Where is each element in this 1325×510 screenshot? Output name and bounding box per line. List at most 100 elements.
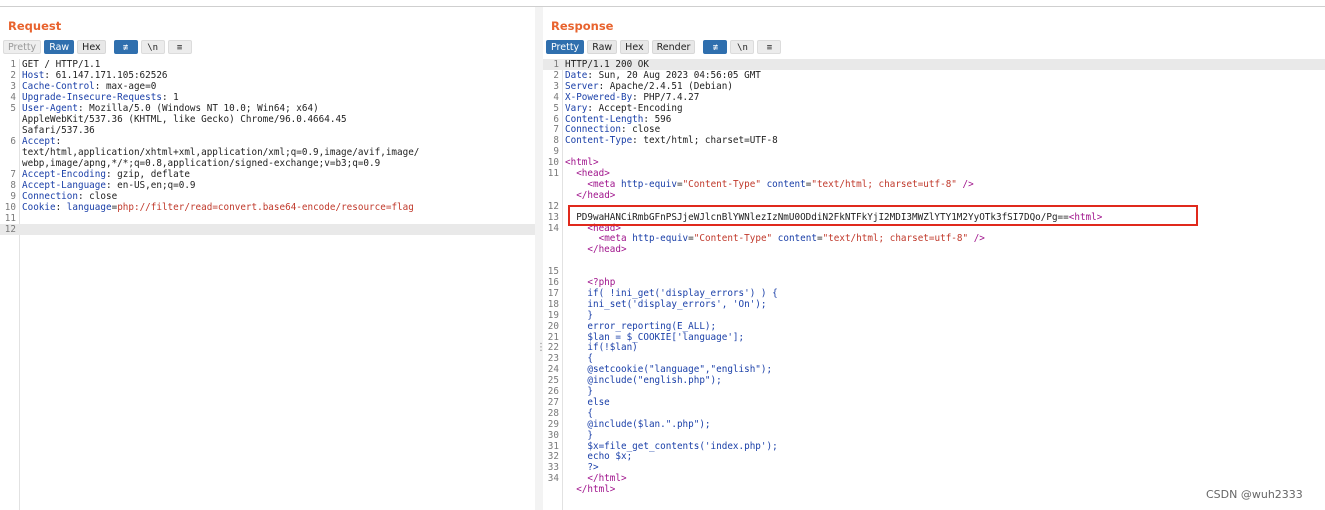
code-text: if(!$lan)	[565, 342, 638, 354]
code-token: webp,image/apng,*/*;q=0.8,application/si…	[22, 158, 381, 169]
code-token: Connection	[565, 124, 621, 136]
code-token: : 1	[161, 92, 179, 103]
code-token: text/html,application/xhtml+xml,applicat…	[22, 147, 420, 158]
response-code-line: 20 error_reporting(E_ALL);	[543, 321, 1325, 332]
code-text: @include("english.php");	[565, 375, 722, 387]
code-token: error_reporting(E_ALL);	[565, 320, 717, 332]
response-code-line: 31 $x=file_get_contents('index.php');	[543, 441, 1325, 452]
code-token: "Content-Type"	[693, 233, 773, 245]
request-pane: Request Pretty Raw Hex ≢ \n ≡ 1 GET / HTT…	[0, 7, 535, 510]
request-code-line: 7 Accept-Encoding: gzip, deflate	[0, 169, 535, 180]
response-editor[interactable]: 1 HTTP/1.1 200 OK 2 Date: Sun, 20 Aug 2023 …	[543, 59, 1325, 510]
request-tab-pretty[interactable]: Pretty	[3, 40, 42, 54]
response-tab-hex[interactable]: Hex	[620, 40, 649, 54]
code-token: <?php	[587, 277, 616, 288]
line-number: 21	[547, 331, 559, 343]
line-number: 30	[547, 429, 559, 441]
line-number: 11	[4, 213, 16, 224]
line-number: 24	[547, 364, 559, 376]
line-number: 10	[4, 202, 16, 213]
line-number: 33	[547, 462, 559, 474]
response-code-line: 21 $lan = $_COOKIE['language'];	[543, 332, 1325, 343]
code-token: @include("english.php");	[565, 375, 722, 387]
code-token: HTTP/1.1 200 OK	[565, 59, 649, 70]
code-token: : 61.147.171.105:62526	[44, 70, 168, 81]
line-number: 8	[553, 135, 559, 147]
response-code-line: 11 <head>	[543, 168, 1325, 179]
request-tab-raw[interactable]: Raw	[44, 40, 75, 54]
line-number: 11	[547, 168, 559, 179]
response-code-line: 24 @setcookie("language","english");	[543, 364, 1325, 375]
code-token: if( !ini_get('display_errors') ) {	[565, 287, 778, 299]
code-text: <html>	[565, 157, 599, 168]
response-tab-raw[interactable]: Raw	[587, 40, 618, 54]
line-number: 19	[547, 309, 559, 321]
line-number: 6	[10, 136, 16, 147]
line-number: 22	[547, 342, 559, 354]
code-token: <html>	[565, 157, 599, 169]
code-text: @setcookie("language","english");	[565, 364, 772, 375]
code-token: "text/html; charset=utf-8"	[822, 233, 969, 245]
code-text: <meta http-equiv="Content-Type" content=…	[565, 178, 973, 190]
code-token: ?>	[565, 462, 599, 474]
request-editor[interactable]: 1 GET / HTTP/1.1 2 Host: 61.147.171.105:625…	[0, 59, 535, 510]
code-token: $x=file_get_contents('index.php');	[565, 440, 778, 452]
newline-icon[interactable]: \n	[140, 40, 165, 54]
code-token: <meta	[598, 233, 633, 245]
code-token: {	[565, 407, 593, 419]
response-tab-pretty[interactable]: Pretty	[546, 40, 585, 54]
line-number: 4	[10, 92, 16, 103]
newline-icon[interactable]: \n	[730, 40, 755, 54]
line-number: 14	[547, 222, 559, 234]
wrap-icon[interactable]: ≢	[113, 40, 138, 54]
code-token: http-equiv	[632, 233, 689, 245]
code-token: </head>	[587, 244, 627, 256]
code-text: Connection: close	[22, 191, 117, 202]
response-code-line: 4 X-Powered-By: PHP/7.4.27	[543, 92, 1325, 103]
code-text: Content-Length: 596	[565, 114, 671, 125]
code-text: }	[565, 310, 593, 321]
code-token: "Content-Type"	[682, 178, 761, 190]
code-text: <head>	[565, 168, 610, 179]
code-token: }	[565, 386, 593, 397]
request-code-line: text/html,application/xhtml+xml,applicat…	[0, 147, 535, 158]
code-text: Connection: close	[565, 124, 660, 135]
pane-divider[interactable]: ⋮	[535, 7, 546, 510]
code-token: content	[766, 178, 806, 190]
line-number: 16	[547, 277, 559, 288]
response-code-line: </head>	[543, 244, 1325, 255]
code-text: <?php	[565, 277, 615, 288]
code-text: Vary: Accept-Encoding	[565, 103, 683, 114]
menu-icon[interactable]: ≡	[167, 40, 192, 54]
line-number: 5	[10, 103, 16, 114]
code-token: : 596	[643, 113, 672, 125]
code-text: }	[565, 430, 593, 441]
line-number: 29	[547, 418, 559, 430]
request-code-line: 8 Accept-Language: en-US,en;q=0.9	[0, 180, 535, 191]
code-text: Accept:	[22, 136, 61, 147]
menu-icon[interactable]: ≡	[757, 40, 782, 54]
code-token: Cache-Control	[22, 81, 95, 92]
response-code-line: 3 Server: Apache/2.4.51 (Debian)	[543, 81, 1325, 92]
code-token: : max-age=0	[94, 81, 157, 92]
request-tab-hex[interactable]: Hex	[77, 40, 106, 54]
code-token: if(!$lan)	[565, 342, 638, 354]
response-code-line: 9	[543, 146, 1325, 157]
code-token: </html>	[587, 473, 627, 485]
code-token: : close	[620, 124, 661, 136]
response-code-line: 18 ini_set('display_errors', 'On');	[543, 299, 1325, 310]
response-code-line: 17 if( !ini_get('display_errors') ) {	[543, 288, 1325, 299]
code-text: X-Powered-By: PHP/7.4.27	[565, 92, 699, 103]
request-code-line: 11	[0, 213, 535, 224]
wrap-icon[interactable]: ≢	[703, 40, 728, 54]
response-code-line: <meta http-equiv="Content-Type" content=…	[543, 179, 1325, 190]
line-number: 23	[547, 353, 559, 365]
line-number: 12	[547, 200, 559, 212]
code-text: <meta http-equiv="Content-Type" content=…	[565, 233, 985, 244]
response-code-line: 33 ?>	[543, 462, 1325, 473]
response-tab-render[interactable]: Render	[651, 40, 696, 54]
